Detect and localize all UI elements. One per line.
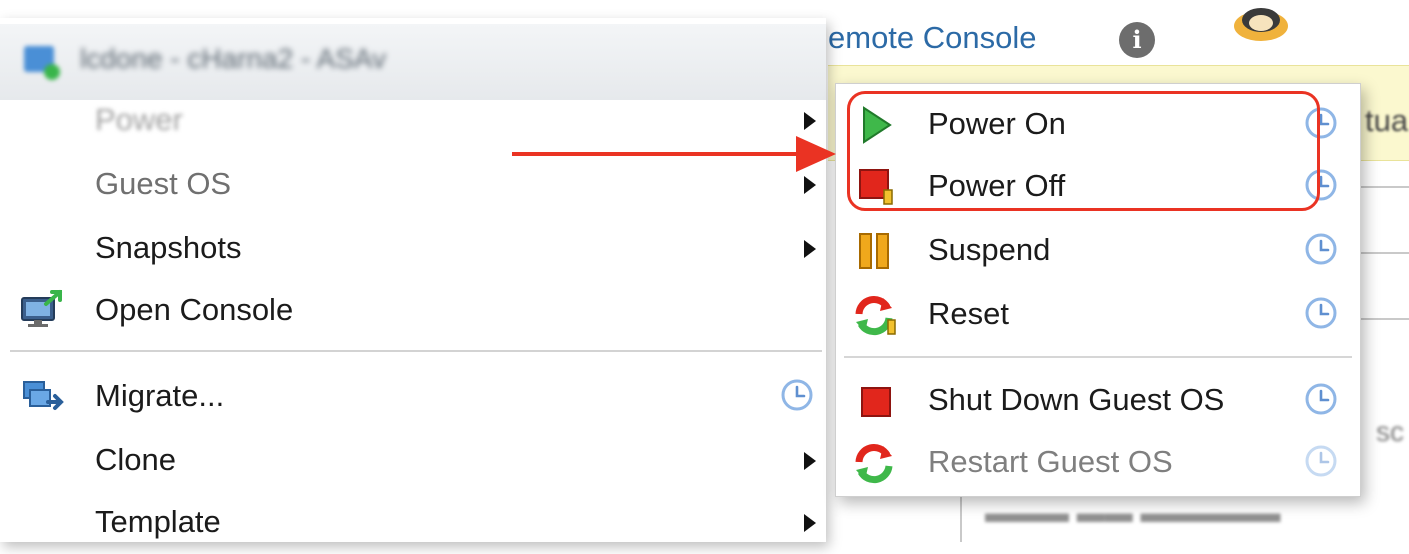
- submenu-item-label: Shut Down Guest OS: [928, 382, 1225, 417]
- info-icon[interactable]: i: [1119, 22, 1155, 58]
- menu-item-label: Open Console: [95, 292, 294, 327]
- menu-item-template[interactable]: Template: [0, 490, 826, 554]
- menu-item-label: Power: [95, 102, 183, 137]
- annotation-highlight-box: [847, 91, 1320, 211]
- submenu-item-label: Suspend: [928, 232, 1051, 267]
- submenu-item-label: Restart Guest OS: [928, 444, 1173, 479]
- submenu-separator: [844, 356, 1352, 358]
- grid-line: [1359, 252, 1409, 254]
- menu-item-label: Guest OS: [95, 166, 232, 201]
- banner-text-fragment: tua: [1365, 103, 1409, 138]
- pause-icon: [859, 233, 889, 269]
- menu-item-label: Snapshots: [95, 230, 242, 265]
- submenu-item-suspend[interactable]: Suspend: [836, 218, 1360, 280]
- reset-icon: [855, 295, 896, 336]
- menu-item-clone[interactable]: Clone: [0, 428, 826, 492]
- vm-context-menu: lcdone - cHarna2 - ASAv Power Guest OS S…: [0, 18, 826, 542]
- grid-line: [960, 490, 962, 542]
- clock-icon: [1304, 382, 1338, 416]
- menu-separator: [10, 350, 822, 352]
- background-blur-text: ▬▬▬ ▬▬ ▬▬▬▬▬: [985, 497, 1281, 528]
- console-icon: [21, 290, 62, 327]
- submenu-arrow-icon: [804, 452, 816, 470]
- submenu-arrow-icon: [804, 176, 816, 194]
- migrate-icon: [23, 381, 64, 410]
- clock-icon: [1304, 444, 1338, 478]
- grid-line: [1359, 186, 1409, 188]
- vm-title: lcdone - cHarna2 - ASAv: [80, 43, 387, 74]
- clock-icon: [1304, 232, 1338, 266]
- clock-icon: [1304, 296, 1338, 330]
- menu-item-label: Migrate...: [95, 378, 225, 413]
- background-text-fragment: sc: [1376, 416, 1404, 447]
- annotation-arrow-icon: [512, 136, 836, 172]
- menu-item-snapshots[interactable]: Snapshots: [0, 216, 826, 280]
- menu-item-migrate[interactable]: Migrate...: [0, 364, 826, 428]
- user-avatar-icon: [1234, 8, 1288, 41]
- submenu-item-shut-down-guest-os[interactable]: Shut Down Guest OS: [836, 368, 1360, 430]
- shutdown-icon: [861, 387, 891, 417]
- submenu-item-label: Reset: [928, 296, 1009, 331]
- menu-item-open-console[interactable]: Open Console: [0, 278, 826, 342]
- submenu-arrow-icon: [804, 514, 816, 532]
- submenu-arrow-icon: [804, 112, 816, 130]
- menu-item-label: Clone: [95, 442, 176, 477]
- virtual-machine-icon: [24, 46, 60, 80]
- restart-icon: [855, 443, 893, 484]
- submenu-arrow-icon: [804, 240, 816, 258]
- submenu-item-restart-guest-os[interactable]: Restart Guest OS: [836, 430, 1360, 492]
- submenu-item-reset[interactable]: Reset: [836, 282, 1360, 344]
- grid-line: [1359, 318, 1409, 320]
- menu-item-label: Template: [95, 504, 221, 539]
- clock-icon: [780, 378, 814, 412]
- remote-console-link[interactable]: emote Console: [828, 20, 1037, 56]
